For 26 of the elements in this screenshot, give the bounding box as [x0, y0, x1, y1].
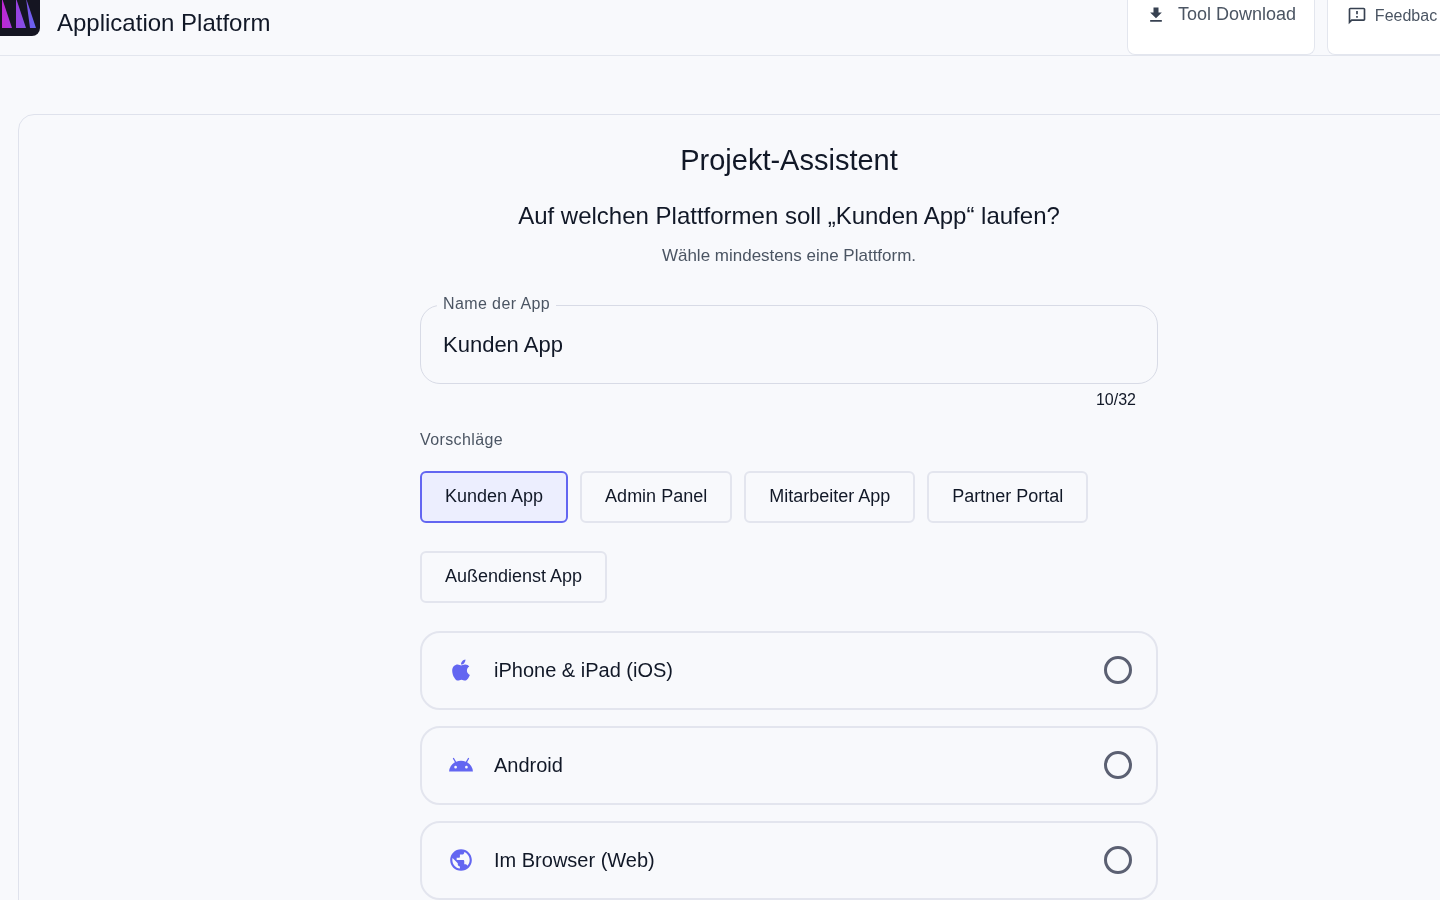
feedback-icon	[1346, 6, 1367, 26]
hint-text: Wähle mindestens eine Plattform.	[660, 245, 918, 267]
platform-option[interactable]: Im Browser (Web)	[420, 820, 1158, 900]
globe-icon	[448, 846, 474, 874]
download-button[interactable]: Tool Download	[1127, 0, 1315, 55]
platform-label: Im Browser (Web)	[494, 848, 655, 873]
radio-button[interactable]	[1104, 846, 1132, 874]
suggestions-label: Vorschläge	[420, 429, 505, 450]
question-heading: Auf welchen Plattformen soll „Kunden App“ laufen?	[517, 201, 1061, 231]
suggestion-chip[interactable]: Kunden App	[420, 470, 569, 523]
platform-label: iPhone & iPad (iOS)	[494, 658, 673, 683]
platform-option[interactable]: iPhone & iPad (iOS)	[420, 630, 1158, 710]
platform-option[interactable]: Android	[420, 725, 1158, 805]
suggestion-chip[interactable]: Mitarbeiter App	[744, 470, 916, 523]
radio-button[interactable]	[1104, 751, 1132, 779]
feedback-button[interactable]: Feedbac	[1327, 0, 1440, 55]
field-label: Name der App	[437, 294, 557, 313]
apple-icon	[449, 658, 473, 682]
suggestion-chip[interactable]: Außendienst App	[420, 550, 608, 603]
suggestion-chip[interactable]: Partner Portal	[927, 470, 1089, 523]
platform-label: Android	[494, 753, 563, 778]
suggestion-chip[interactable]: Admin Panel	[580, 470, 733, 523]
radio-button[interactable]	[1104, 656, 1132, 684]
wizard-title: Projekt-Assistent	[679, 143, 899, 177]
app-title: Application Platform	[57, 11, 271, 35]
char-counter: 10/32	[1095, 389, 1136, 410]
